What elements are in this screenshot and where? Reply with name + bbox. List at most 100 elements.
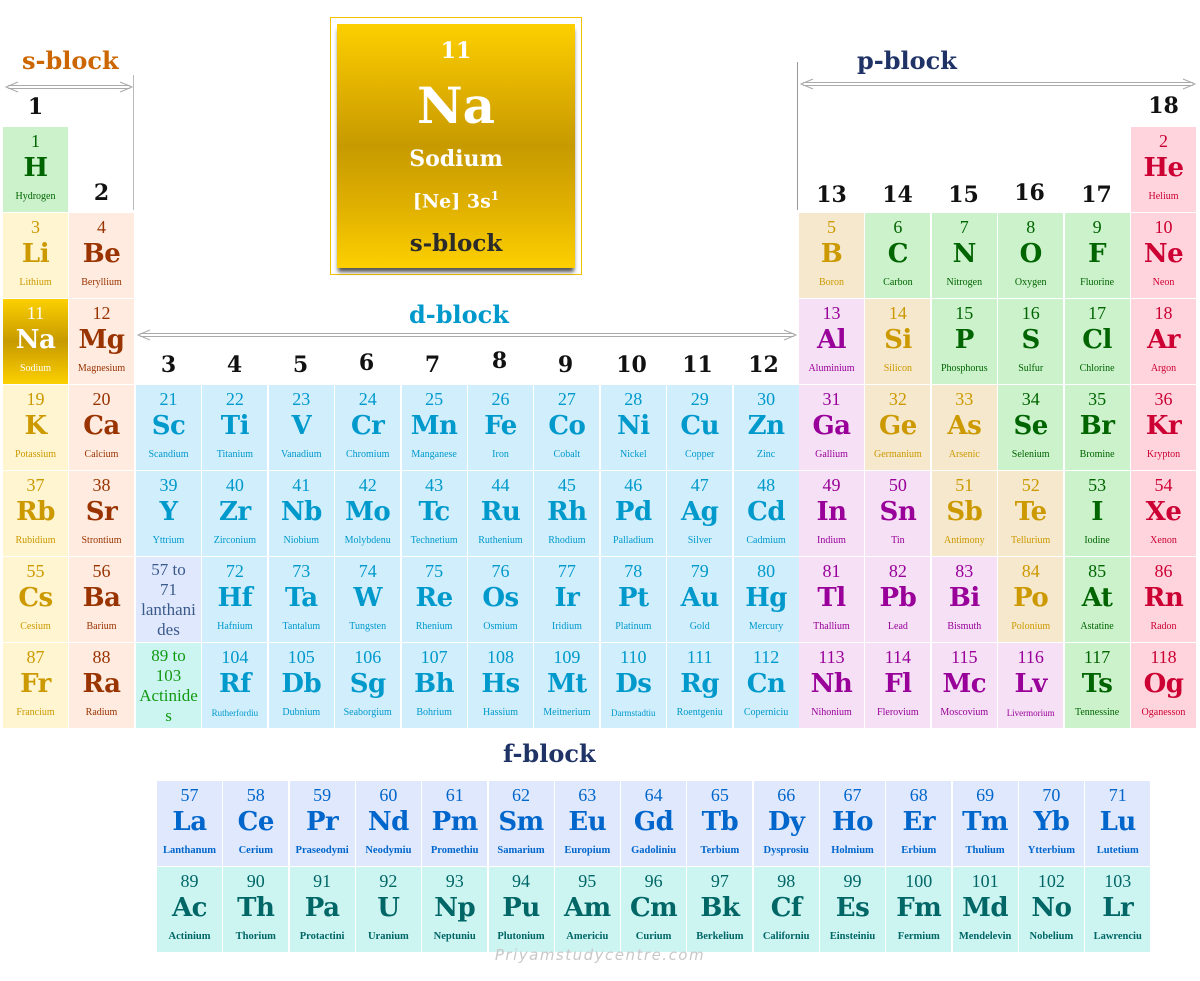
element-cell-ba[interactable]: 56 Ba Barium	[69, 557, 134, 642]
element-cell-k[interactable]: 19 K Potassium	[3, 385, 68, 470]
element-cell-ag[interactable]: 47 Ag Silver	[667, 471, 733, 556]
element-cell-ge[interactable]: 32 Ge Germanium	[865, 385, 931, 470]
element-cell-fm[interactable]: 100 Fm Fermium	[886, 867, 952, 952]
element-cell-w[interactable]: 74 W Tungsten	[335, 557, 401, 642]
element-cell-hs[interactable]: 108 Hs Hassium	[468, 643, 533, 728]
element-cell-os[interactable]: 76 Os Osmium	[468, 557, 533, 642]
element-cell-es[interactable]: 99 Es Einsteiniu	[820, 867, 885, 952]
element-cell-gd[interactable]: 64 Gd Gadoliniu	[621, 781, 687, 866]
element-cell-lv[interactable]: 116 Lv Livermorium	[998, 643, 1064, 728]
element-cell-tb[interactable]: 65 Tb Terbium	[687, 781, 753, 866]
element-cell-ga[interactable]: 31 Ga Gallium	[799, 385, 864, 470]
element-cell-rg[interactable]: 111 Rg Roentgeniu	[667, 643, 733, 728]
element-cell-ir[interactable]: 77 Ir Iridium	[534, 557, 600, 642]
element-cell-y[interactable]: 39 Y Yttrium	[136, 471, 201, 556]
element-cell-eu[interactable]: 63 Eu Europium	[554, 781, 620, 866]
element-cell-nd[interactable]: 60 Nd Neodymiu	[355, 781, 421, 866]
element-cell-er[interactable]: 68 Er Erbium	[886, 781, 952, 866]
element-cell-rn[interactable]: 86 Rn Radon	[1131, 557, 1196, 642]
element-cell-ta[interactable]: 73 Ta Tantalum	[268, 557, 334, 642]
element-cell-in[interactable]: 49 In Indium	[799, 471, 864, 556]
element-cell-ts[interactable]: 117 Ts Tennessine	[1064, 643, 1130, 728]
element-cell-bk[interactable]: 97 Bk Berkelium	[687, 867, 753, 952]
element-cell-ac[interactable]: 89 Ac Actinium	[157, 867, 222, 952]
element-cell-pr[interactable]: 59 Pr Praseodymi	[289, 781, 355, 866]
actinides-placeholder[interactable]: 89 to 103 Actinide s	[136, 643, 201, 728]
element-cell-cs[interactable]: 55 Cs Cesium	[3, 557, 68, 642]
element-cell-po[interactable]: 84 Po Polonium	[998, 557, 1064, 642]
element-cell-sg[interactable]: 106 Sg Seaborgium	[335, 643, 401, 728]
element-cell-sb[interactable]: 51 Sb Antimony	[931, 471, 997, 556]
element-cell-rb[interactable]: 37 Rb Rubidium	[3, 471, 68, 556]
element-cell-bh[interactable]: 107 Bh Bohrium	[401, 643, 467, 728]
element-cell-cu[interactable]: 29 Cu Copper	[667, 385, 733, 470]
element-cell-am[interactable]: 95 Am Americiu	[554, 867, 620, 952]
element-cell-hf[interactable]: 72 Hf Hafnium	[202, 557, 268, 642]
element-cell-se[interactable]: 34 Se Selenium	[998, 385, 1064, 470]
element-cell-ne[interactable]: 10 Ne Neon	[1131, 213, 1196, 298]
element-cell-cn[interactable]: 112 Cn Coperniciu	[733, 643, 799, 728]
element-cell-lr[interactable]: 103 Lr Lawrenciu	[1085, 867, 1151, 952]
element-cell-te[interactable]: 52 Te Tellurium	[998, 471, 1064, 556]
element-cell-ca[interactable]: 20 Ca Calcium	[69, 385, 134, 470]
element-cell-sc[interactable]: 21 Sc Scandium	[136, 385, 201, 470]
element-cell-rh[interactable]: 45 Rh Rhodium	[534, 471, 600, 556]
element-cell-br[interactable]: 35 Br Bromine	[1064, 385, 1130, 470]
element-cell-i[interactable]: 53 I Iodine	[1064, 471, 1130, 556]
element-cell-cr[interactable]: 24 Cr Chromium	[335, 385, 401, 470]
element-cell-np[interactable]: 93 Np Neptuniu	[422, 867, 488, 952]
element-cell-cd[interactable]: 48 Cd Cadmium	[733, 471, 799, 556]
element-cell-ni[interactable]: 28 Ni Nickel	[600, 385, 666, 470]
element-cell-cl[interactable]: 17 Cl Chlorine	[1064, 299, 1130, 384]
element-cell-md[interactable]: 101 Md Mendelevin	[952, 867, 1018, 952]
element-cell-pd[interactable]: 46 Pd Palladium	[600, 471, 666, 556]
element-cell-th[interactable]: 90 Th Thorium	[223, 867, 289, 952]
element-cell-ra[interactable]: 88 Ra Radium	[69, 643, 134, 728]
element-cell-be[interactable]: 4 Be Beryllium	[69, 213, 134, 298]
element-cell-dy[interactable]: 66 Dy Dysprosiu	[753, 781, 819, 866]
element-cell-nb[interactable]: 41 Nb Niobium	[268, 471, 334, 556]
element-cell-zn[interactable]: 30 Zn Zinc	[733, 385, 799, 470]
element-cell-ti[interactable]: 22 Ti Titanium	[202, 385, 268, 470]
element-cell-sm[interactable]: 62 Sm Samarium	[488, 781, 554, 866]
element-cell-o[interactable]: 8 O Oxygen	[998, 213, 1064, 298]
element-cell-ds[interactable]: 110 Ds Darmstadtiu	[600, 643, 666, 728]
element-cell-nh[interactable]: 113 Nh Nihonium	[799, 643, 864, 728]
element-cell-fe[interactable]: 26 Fe Iron	[468, 385, 533, 470]
element-cell-as[interactable]: 33 As Arsenic	[931, 385, 997, 470]
element-cell-fr[interactable]: 87 Fr Francium	[3, 643, 68, 728]
element-cell-li[interactable]: 3 Li Lithium	[3, 213, 68, 298]
element-cell-pt[interactable]: 78 Pt Platinum	[600, 557, 666, 642]
element-cell-n[interactable]: 7 N Nitrogen	[931, 213, 997, 298]
element-cell-mc[interactable]: 115 Mc Moscovium	[931, 643, 997, 728]
element-cell-la[interactable]: 57 La Lanthanum	[157, 781, 222, 866]
element-cell-p[interactable]: 15 P Phosphorus	[931, 299, 997, 384]
element-cell-re[interactable]: 75 Re Rhenium	[401, 557, 467, 642]
element-cell-yb[interactable]: 70 Yb Ytterbium	[1018, 781, 1084, 866]
element-cell-mt[interactable]: 109 Mt Meitnerium	[534, 643, 600, 728]
element-cell-zr[interactable]: 40 Zr Zirconium	[202, 471, 268, 556]
lanthanides-placeholder[interactable]: 57 to 71 lanthani des	[136, 557, 201, 642]
element-cell-he[interactable]: 2 He Helium	[1131, 127, 1196, 212]
element-cell-ar[interactable]: 18 Ar Argon	[1131, 299, 1196, 384]
element-cell-co[interactable]: 27 Co Cobalt	[534, 385, 600, 470]
element-cell-lu[interactable]: 71 Lu Lutetium	[1085, 781, 1151, 866]
element-cell-mo[interactable]: 42 Mo Molybdenu	[335, 471, 401, 556]
element-cell-v[interactable]: 23 V Vanadium	[268, 385, 334, 470]
element-cell-fl[interactable]: 114 Fl Flerovium	[865, 643, 931, 728]
element-cell-ru[interactable]: 44 Ru Ruthenium	[468, 471, 533, 556]
element-cell-rf[interactable]: 104 Rf Rutherfordiu	[202, 643, 268, 728]
element-cell-sr[interactable]: 38 Sr Strontium	[69, 471, 134, 556]
element-cell-tc[interactable]: 43 Tc Technetium	[401, 471, 467, 556]
element-cell-h[interactable]: 1 H Hydrogen	[3, 127, 68, 212]
element-cell-ho[interactable]: 67 Ho Holmium	[820, 781, 885, 866]
element-cell-pa[interactable]: 91 Pa Protactini	[289, 867, 355, 952]
element-cell-si[interactable]: 14 Si Silicon	[865, 299, 931, 384]
element-cell-hg[interactable]: 80 Hg Mercury	[733, 557, 799, 642]
element-cell-u[interactable]: 92 U Uranium	[355, 867, 421, 952]
element-cell-pb[interactable]: 82 Pb Lead	[865, 557, 931, 642]
element-cell-xe[interactable]: 54 Xe Xenon	[1131, 471, 1196, 556]
element-cell-b[interactable]: 5 B Boron	[799, 213, 864, 298]
element-cell-no[interactable]: 102 No Nobelium	[1018, 867, 1084, 952]
element-cell-tl[interactable]: 81 Tl Thallium	[799, 557, 864, 642]
